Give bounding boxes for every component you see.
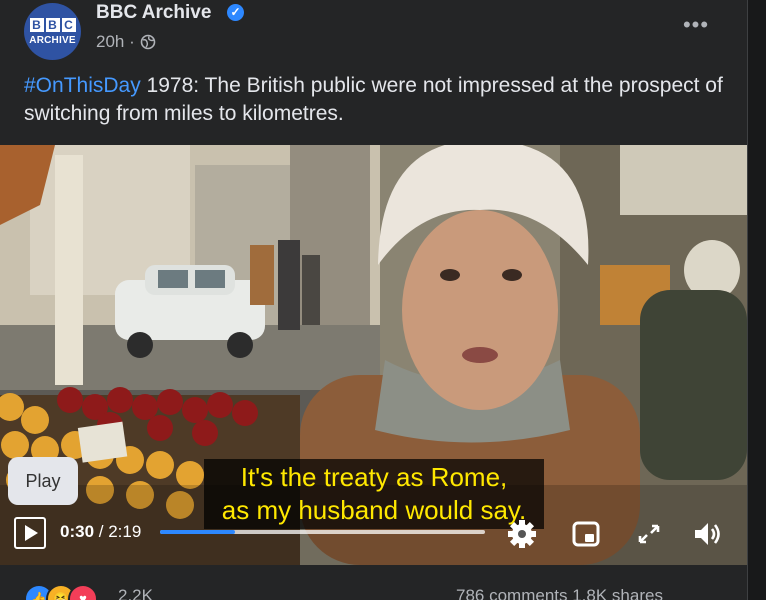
comments-shares-stats[interactable]: 786 comments 1.8K shares (456, 586, 663, 600)
volume-icon[interactable] (690, 518, 724, 550)
post-card: B B C ARCHIVE BBC Archive ✓ 20h · ••• #O… (0, 0, 748, 600)
time-separator: / (94, 522, 109, 541)
video-time: 0:30 / 2:19 (60, 522, 141, 542)
mini-player-icon[interactable] (569, 518, 603, 550)
post-meta: 20h · (96, 32, 156, 52)
reactions-bar: 👍 😆 ♥ 2.2K 786 comments 1.8K shares (0, 566, 747, 600)
play-button[interactable] (14, 517, 46, 549)
hashtag-link[interactable]: #OnThisDay (24, 74, 141, 97)
progress-fill (160, 530, 235, 534)
bbc-logo: B B C (29, 17, 76, 32)
verified-badge-icon: ✓ (227, 4, 244, 21)
video-controls: 0:30 / 2:19 (0, 510, 747, 558)
play-tooltip: Play (8, 457, 78, 505)
time-total: 2:19 (108, 522, 142, 541)
subtitle-line-1: It's the treaty as Rome, (240, 462, 508, 492)
more-options-icon[interactable]: ••• (676, 10, 716, 40)
reaction-count[interactable]: 2.2K (118, 586, 153, 600)
reaction-icons[interactable]: 👍 😆 ♥ (24, 584, 98, 600)
page-avatar[interactable]: B B C ARCHIVE (24, 3, 81, 60)
settings-gear-icon[interactable] (505, 518, 539, 550)
time-current: 0:30 (60, 522, 95, 541)
page-name-link[interactable]: BBC Archive (96, 2, 211, 24)
love-reaction-icon: ♥ (68, 584, 98, 600)
globe-icon (140, 34, 156, 50)
post-caption: #OnThisDay 1978: The British public were… (24, 72, 724, 128)
post-timestamp[interactable]: 20h · (96, 32, 135, 52)
avatar-sub-label: ARCHIVE (29, 34, 76, 46)
fullscreen-icon[interactable] (632, 518, 666, 550)
progress-track[interactable] (160, 530, 485, 534)
